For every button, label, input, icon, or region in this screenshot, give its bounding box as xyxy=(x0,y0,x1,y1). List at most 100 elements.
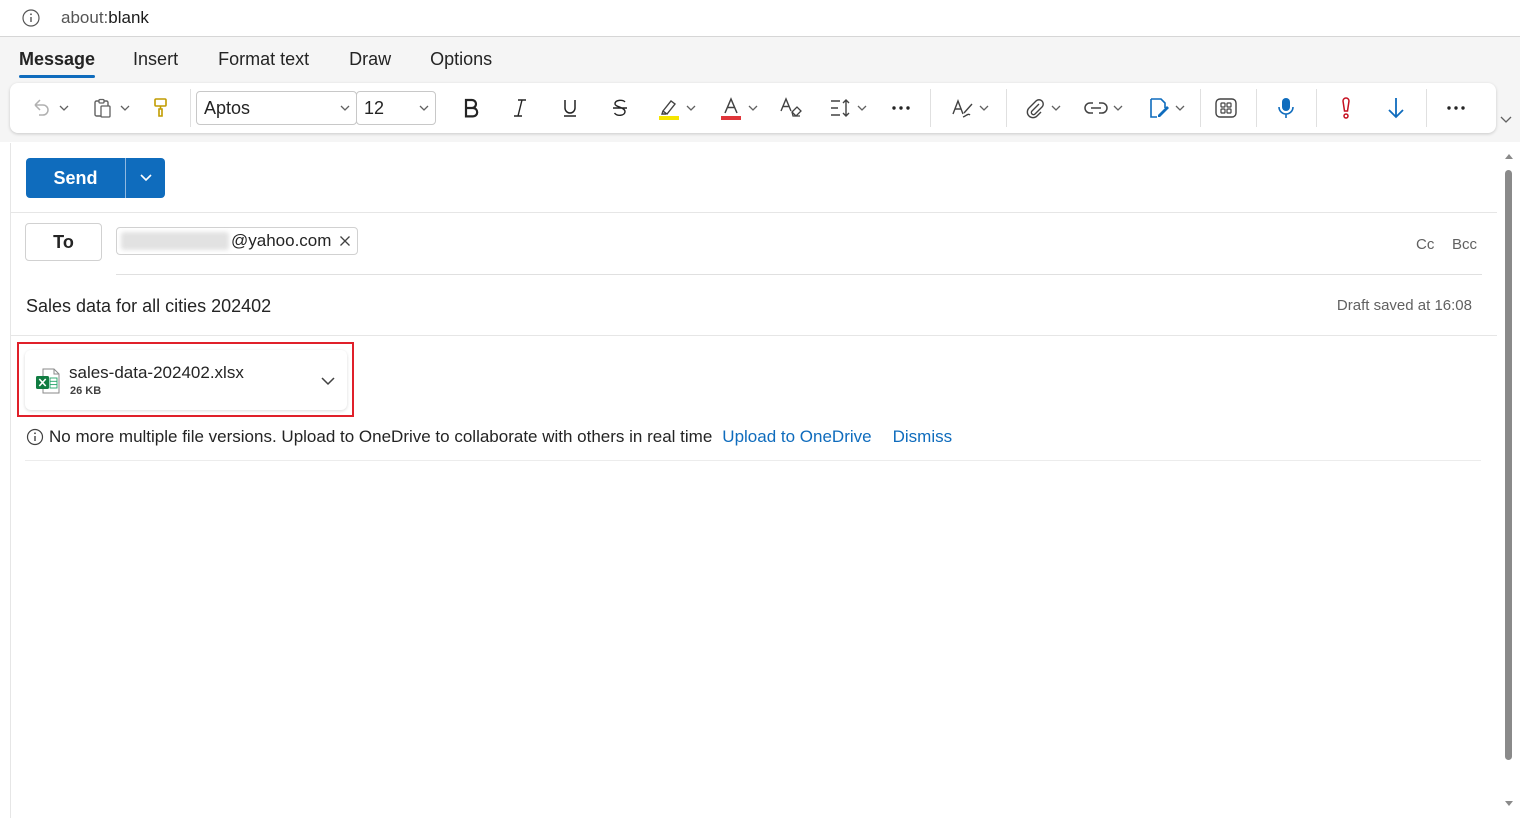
chevron-down-icon xyxy=(1051,105,1061,111)
low-importance-button[interactable] xyxy=(1380,92,1412,124)
chevron-down-icon xyxy=(139,174,152,182)
attachment-file-name: sales-data-202402.xlsx xyxy=(69,363,244,382)
subject-field[interactable]: Sales data for all cities 202402 xyxy=(26,296,271,317)
chevron-down-icon xyxy=(120,105,130,111)
paste-button[interactable] xyxy=(88,92,134,124)
vertical-scrollbar[interactable] xyxy=(1498,143,1520,818)
font-size-dropdown[interactable]: 12 xyxy=(356,91,436,125)
italic-icon xyxy=(514,99,526,117)
tab-message[interactable]: Message xyxy=(19,37,96,81)
signature-button[interactable] xyxy=(1142,92,1190,124)
excel-file-icon xyxy=(36,368,60,394)
chevron-down-icon xyxy=(1175,105,1184,111)
chevron-down-icon xyxy=(59,105,69,111)
apps-icon xyxy=(1215,98,1237,118)
format-painter-button[interactable] xyxy=(146,92,176,124)
divider xyxy=(11,335,1497,336)
send-button[interactable]: Send xyxy=(26,158,125,198)
notice-text: No more multiple file versions. Upload t… xyxy=(49,427,713,446)
editor-button[interactable] xyxy=(946,92,994,124)
more-formatting-button[interactable] xyxy=(886,92,916,124)
divider xyxy=(25,460,1481,461)
font-size-value: 12 xyxy=(364,97,385,118)
undo-button[interactable] xyxy=(26,92,74,124)
scrollbar-thumb[interactable] xyxy=(1505,170,1512,760)
recipient-domain: @yahoo.com xyxy=(231,231,332,250)
dismiss-link[interactable]: Dismiss xyxy=(893,427,953,447)
ribbon-separator xyxy=(1006,89,1007,127)
tab-insert[interactable]: Insert xyxy=(133,37,178,81)
font-name-dropdown[interactable]: Aptos xyxy=(196,91,357,125)
chevron-down-icon xyxy=(1113,105,1123,111)
bold-icon xyxy=(464,98,479,118)
send-button-group: Send xyxy=(26,158,165,198)
apps-button[interactable] xyxy=(1210,92,1242,124)
address-prefix: about: xyxy=(61,8,109,27)
attach-file-button[interactable] xyxy=(1020,92,1066,124)
attachment-card[interactable]: sales-data-202402.xlsx 26 KB xyxy=(25,350,347,410)
address-bar: about:blank xyxy=(0,0,1520,37)
strikethrough-icon xyxy=(613,99,627,116)
redacted-recipient-name xyxy=(121,232,229,250)
to-button[interactable]: To xyxy=(25,223,102,261)
strikethrough-button[interactable] xyxy=(604,92,636,124)
ribbon-tabs: Message Insert Format text Draw Options xyxy=(0,37,1520,81)
ribbon-separator xyxy=(930,89,931,127)
arrow-down-icon xyxy=(1388,98,1404,119)
italic-button[interactable] xyxy=(504,92,536,124)
link-icon xyxy=(1084,102,1108,114)
recipient-chip[interactable]: @yahoo.com xyxy=(116,227,359,255)
signature-icon xyxy=(1149,98,1169,118)
more-icon xyxy=(892,106,910,110)
draft-status: Draft saved at 16:08 xyxy=(1336,297,1472,314)
more-options-button[interactable] xyxy=(1440,92,1472,124)
remove-recipient-icon[interactable] xyxy=(339,235,351,247)
line-spacing-button[interactable] xyxy=(824,92,872,124)
ribbon-toolbar: Aptos 12 xyxy=(10,83,1496,133)
compose-pane: Send To @yahoo.com Cc Bcc Sales data for… xyxy=(10,143,1497,818)
ribbon-separator xyxy=(1256,89,1257,127)
dictate-button[interactable] xyxy=(1270,92,1302,124)
paperclip-icon xyxy=(1026,99,1044,119)
more-icon xyxy=(1447,106,1465,110)
line-spacing-icon xyxy=(830,99,849,117)
clear-formatting-button[interactable] xyxy=(776,92,806,124)
ribbon-separator xyxy=(1200,89,1201,127)
exclamation-icon xyxy=(1342,97,1350,119)
highlight-color-button[interactable] xyxy=(654,92,700,124)
highlighter-icon xyxy=(659,100,679,120)
chevron-down-icon xyxy=(857,105,866,111)
send-options-button[interactable] xyxy=(125,158,165,198)
chevron-down-icon[interactable] xyxy=(319,372,337,390)
clipboard-icon xyxy=(94,98,111,118)
scroll-down-arrow-icon[interactable] xyxy=(1503,799,1515,809)
divider xyxy=(116,274,1482,275)
ribbon-separator xyxy=(190,89,191,127)
font-color-button[interactable] xyxy=(716,92,762,124)
onedrive-notice: No more multiple file versions. Upload t… xyxy=(26,427,952,447)
insert-link-button[interactable] xyxy=(1080,92,1128,124)
bcc-button[interactable]: Bcc xyxy=(1452,236,1477,253)
info-icon[interactable] xyxy=(22,9,40,27)
upload-to-onedrive-link[interactable]: Upload to OneDrive xyxy=(722,427,871,447)
bold-button[interactable] xyxy=(455,92,487,124)
chevron-down-icon xyxy=(748,105,758,111)
expand-ribbon-chevron-icon[interactable] xyxy=(1498,112,1514,128)
paintbrush-icon xyxy=(154,98,167,117)
chevron-down-icon xyxy=(340,105,350,111)
microphone-icon xyxy=(1278,98,1294,118)
undo-icon xyxy=(34,99,49,116)
info-icon xyxy=(26,428,44,446)
address-host: blank xyxy=(108,8,149,27)
tab-draw[interactable]: Draw xyxy=(349,37,391,81)
address-url[interactable]: about:blank xyxy=(61,8,149,28)
divider xyxy=(11,212,1497,213)
cc-button[interactable]: Cc xyxy=(1416,236,1434,253)
clear-formatting-icon xyxy=(780,97,802,117)
tab-format-text[interactable]: Format text xyxy=(218,37,309,81)
attachment-file-size: 26 KB xyxy=(70,385,102,397)
tab-options[interactable]: Options xyxy=(430,37,492,81)
scroll-up-arrow-icon[interactable] xyxy=(1503,151,1515,161)
underline-button[interactable] xyxy=(554,92,586,124)
high-importance-button[interactable] xyxy=(1330,92,1362,124)
